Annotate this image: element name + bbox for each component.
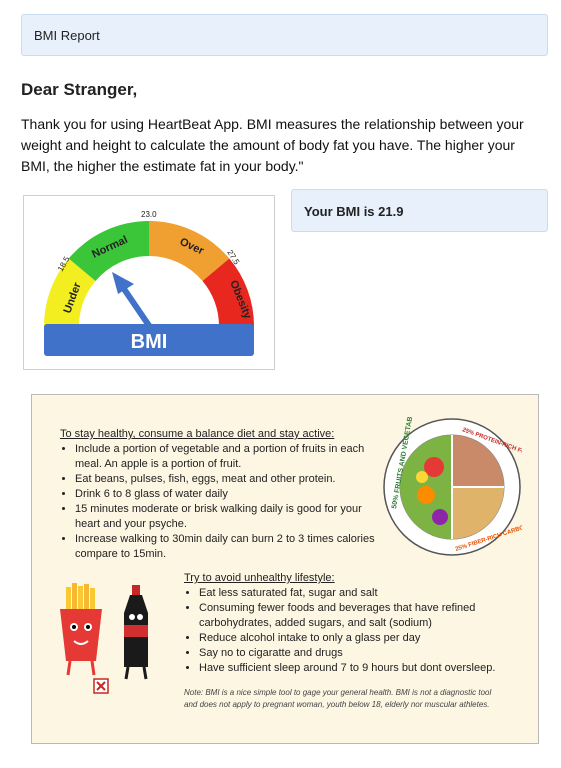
gauge-needle (119, 283, 155, 333)
health-tips-panel: To stay healthy, consume a balance diet … (31, 394, 539, 744)
bmi-gauge: Under Normal Over Obesity 18.5 23.0 27.5… (23, 195, 275, 370)
report-title: BMI Report (34, 28, 100, 43)
bmi-result-box: Your BMI is 21.9 (291, 189, 548, 232)
avoid-title: Try to avoid unhealthy lifestyle: (184, 572, 335, 584)
greeting: Dear Stranger, (21, 80, 138, 99)
avoid-list: Eat less saturated fat, sugar and salt C… (184, 586, 519, 676)
list-item: Consuming fewer foods and beverages that… (199, 601, 519, 631)
gauge-needle-head (112, 272, 134, 294)
list-item: Eat beans, pulses, fish, eggs, meat and … (75, 472, 385, 487)
healthy-title: To stay healthy, consume a balance diet … (60, 428, 335, 440)
list-item: Say no to cigaratte and drugs (199, 646, 519, 661)
list-item: 15 minutes moderate or brisk walking dai… (75, 502, 385, 532)
gauge-label: BMI (131, 331, 168, 353)
junk-food-image (60, 583, 148, 694)
gauge-tick-mid: 23.0 (141, 210, 157, 219)
list-item: Include a portion of vegetable and a por… (75, 442, 385, 472)
bmi-result-text: Your BMI is 21.9 (304, 204, 404, 219)
healthy-list: Include a portion of vegetable and a por… (60, 442, 385, 562)
list-item: Drink 6 to 8 glass of water daily (75, 487, 385, 502)
list-item: Have sufficient sleep around 7 to 9 hour… (199, 661, 519, 676)
intro-text: Thank you for using HeartBeat App. BMI m… (21, 116, 524, 174)
list-item: Reduce alcohol intake to only a glass pe… (199, 631, 519, 646)
report-header: BMI Report (21, 14, 548, 56)
list-item: Eat less saturated fat, sugar and salt (199, 586, 519, 601)
bmi-gauge-graphic: Under Normal Over Obesity 18.5 23.0 27.5… (44, 210, 254, 356)
bmi-note: Note: BMI is a nice simple tool to gage … (184, 688, 492, 709)
list-item: Increase walking to 30min daily can burn… (75, 532, 385, 562)
food-plate-image: 50% FRUITS AND VEGETABLES 25% PROTEIN-RI… (383, 417, 522, 556)
